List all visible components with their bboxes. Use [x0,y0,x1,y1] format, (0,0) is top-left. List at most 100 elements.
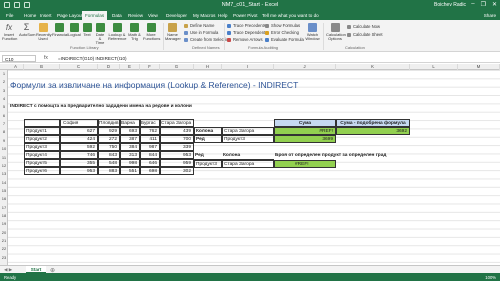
row-header[interactable]: 13 [0,171,8,176]
calculate-now-button[interactable]: Calculate Now [347,24,380,29]
tab-formulas[interactable]: Formulas [82,11,108,20]
table-row-label[interactable]: Продукт2 [24,135,60,143]
lookup-reference-button[interactable]: Lookup & Reference [108,23,126,41]
table-cell[interactable]: 313 [120,151,140,159]
table-row-label[interactable]: Продукт1 [24,127,60,135]
table-cell[interactable]: 953 [160,151,194,159]
tab-page-layout[interactable]: Page Layout [57,13,83,18]
sheet-title[interactable]: Формули за извличане на информация (Look… [10,80,298,91]
table-cell[interactable]: 953 [60,167,98,175]
autosum-button[interactable]: Σ AutoSum [19,23,35,37]
table-cell[interactable]: 843 [98,151,120,159]
table-cell[interactable]: 750 [98,143,120,151]
table-row-label[interactable]: Продукт5 [24,159,60,167]
tab-review[interactable]: Review [128,13,143,18]
lookup-row-value[interactable]: Продукт3 [222,135,274,143]
remove-arrows-button[interactable]: Remove Arrows [227,37,263,42]
user-name[interactable]: Boichev Radic [434,2,466,8]
table-cell[interactable]: 693 [120,127,140,135]
evaluate-formula-button[interactable]: Evaluate Formula [265,37,304,42]
table-cell[interactable]: 411 [140,135,160,143]
table-header[interactable]: София [60,119,98,127]
formula-input[interactable]: =INDIRECT(G10) INDIRECT(I10) [58,56,127,61]
table-cell[interactable]: 959 [160,159,194,167]
table-cell[interactable]: 698 [140,167,160,175]
lookup2-header[interactable]: Броя от определен продукт за определен г… [274,152,404,160]
share-button[interactable]: Share [484,13,496,18]
row-header[interactable]: 22 [0,246,8,251]
row-header[interactable]: 19 [0,221,8,226]
row-header[interactable]: 7 [0,121,8,126]
table-cell[interactable]: 646 [140,159,160,167]
sum-formula-header[interactable]: Сума - подобрена формула [336,119,410,127]
show-formulas-button[interactable]: Show Formulas [265,23,300,28]
sum-formula-value[interactable]: 3692 [336,127,410,135]
row-header[interactable]: 2 [0,79,8,84]
calculate-sheet-button[interactable]: Calculate Sheet [347,32,383,37]
table-cell[interactable]: 424 [60,135,98,143]
insert-function-button[interactable]: fx Insert Function [2,23,17,41]
tab-power-pivot[interactable]: Power Pivot [233,13,258,18]
row-header[interactable]: 17 [0,205,8,210]
sum-header[interactable]: Сума [274,119,336,127]
tab-data[interactable]: Data [112,13,122,18]
table-cell[interactable]: 929 [98,127,120,135]
sheet-tab-start[interactable]: Start [26,266,46,273]
tab-file[interactable]: File [6,13,13,18]
table-cell[interactable]: 548 [98,159,120,167]
tab-developer[interactable]: Developer [166,13,187,18]
row-header[interactable]: 10 [0,146,8,151]
table-cell[interactable]: 339 [160,143,194,151]
sheet-subtitle[interactable]: INDIRECT с помощта на предварително зада… [10,103,192,111]
logical-button[interactable]: Logical [68,23,81,37]
row-header[interactable]: 4 [0,96,8,101]
table-header[interactable]: Стара Загора [160,119,194,127]
table-cell[interactable]: 627 [60,127,98,135]
table-cell[interactable]: 844 [140,151,160,159]
text-button[interactable]: Text [82,23,92,37]
row-header[interactable]: 5 [0,104,8,109]
fx-icon[interactable]: fx [44,55,48,61]
name-manager-button[interactable]: Name Manager [165,23,181,41]
row-header[interactable]: 21 [0,238,8,243]
table-cell[interactable]: 592 [60,143,98,151]
math-trig-button[interactable]: Math & Trig [128,23,141,41]
watch-window-button[interactable]: Watch Window [305,23,320,41]
trace-precedents-button[interactable]: Trace Precedents [227,23,266,28]
table-row-label[interactable]: Продукт6 [24,167,60,175]
table-cell[interactable]: 384 [120,143,140,151]
row-header[interactable]: 14 [0,180,8,185]
table-cell[interactable]: 387 [120,135,140,143]
close-button[interactable]: ✕ [492,1,497,8]
table-cell[interactable]: 302 [160,167,194,175]
lookup2-col-value[interactable]: Стара Загора [222,160,274,168]
restore-button[interactable]: ❐ [481,1,486,8]
more-functions-button[interactable]: More Functions [143,23,160,41]
tab-my-macros[interactable]: My Macros [193,13,215,18]
table-header[interactable]: Бургас [140,119,160,127]
row-header[interactable]: 16 [0,196,8,201]
use-in-formula-button[interactable]: Use in Formula [184,30,218,35]
table-cell[interactable]: 746 [60,151,98,159]
lookup2-row-label[interactable]: Ред [194,152,222,160]
table-cell[interactable]: 355 [60,159,98,167]
error-checking-button[interactable]: Error Checking [265,30,299,35]
calculation-options-button[interactable]: Calculation Options [326,23,346,41]
define-name-button[interactable]: Define Name [184,23,214,28]
row-header[interactable]: 20 [0,230,8,235]
row-header[interactable]: 1 [0,71,8,76]
table-cell[interactable]: 883 [98,167,120,175]
tab-home[interactable]: Home [24,13,36,18]
extra-value[interactable]: 3699 [274,135,336,143]
tab-view[interactable]: View [148,13,158,18]
lookup2-value[interactable]: #REF! [274,160,336,168]
table-header[interactable]: Варна [120,119,140,127]
table-row-label[interactable]: Продукт4 [24,151,60,159]
date-time-button[interactable]: Date & Time [94,23,106,46]
row-header[interactable]: 6 [0,113,8,118]
table-cell[interactable]: 439 [160,127,194,135]
table-cell[interactable]: 762 [140,127,160,135]
row-header[interactable]: 23 [0,255,8,260]
tell-me-search[interactable]: Tell me what you want to do [262,13,319,18]
lookup2-row-value[interactable]: Продукт3 [194,160,222,168]
